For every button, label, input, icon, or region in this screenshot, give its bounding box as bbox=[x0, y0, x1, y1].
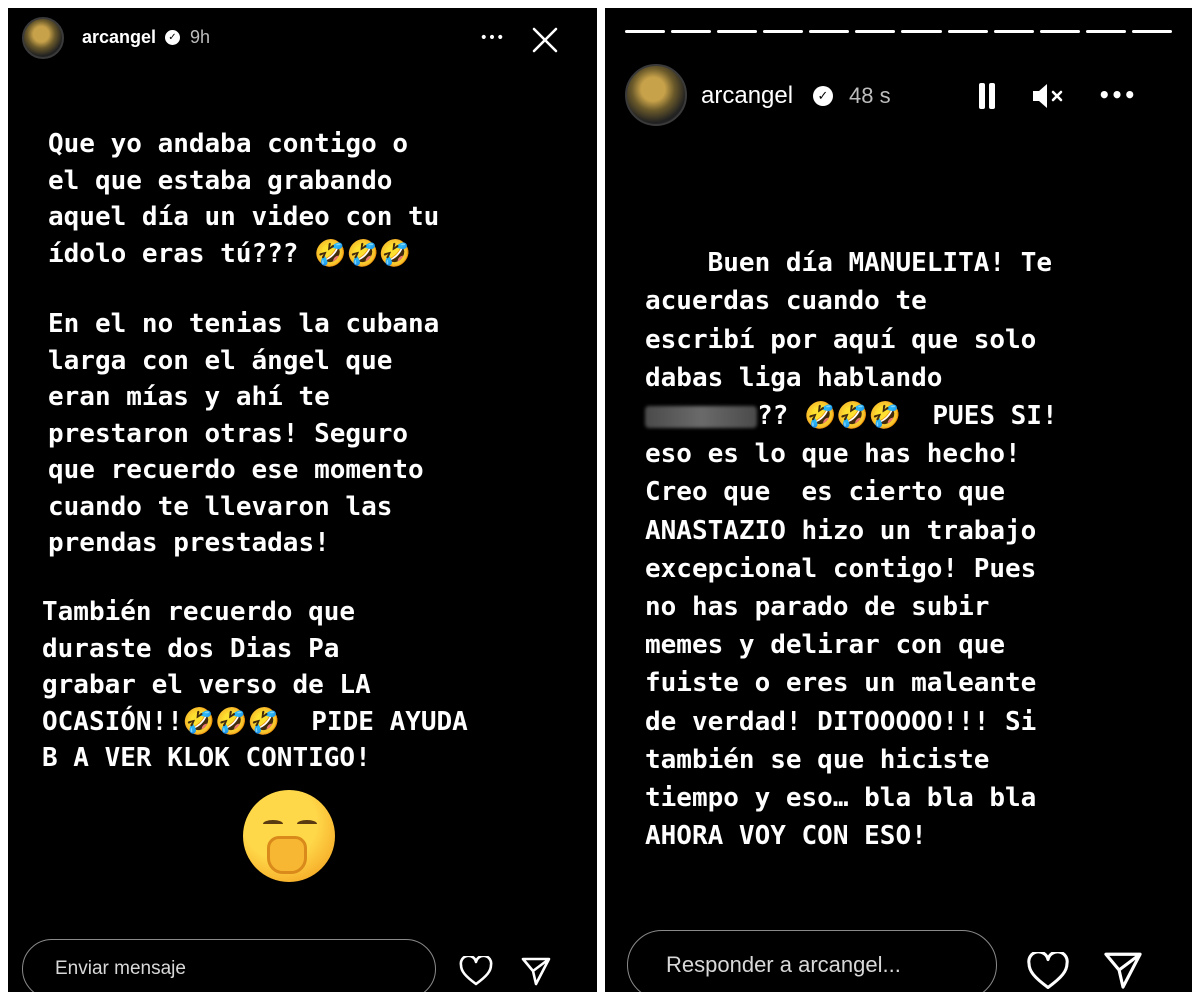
progress-segment bbox=[993, 30, 1034, 33]
verified-badge-icon: ✓ bbox=[813, 86, 833, 106]
progress-segment bbox=[671, 30, 712, 33]
send-svg bbox=[521, 957, 551, 986]
progress-segment bbox=[763, 30, 804, 33]
story-header: arcangel ✓ 9h ••• bbox=[8, 8, 597, 70]
progress-segment bbox=[717, 30, 758, 33]
progress-segment bbox=[625, 30, 666, 33]
username[interactable]: arcangel bbox=[701, 82, 793, 110]
username[interactable]: arcangel bbox=[82, 27, 156, 48]
post-time: 9h bbox=[190, 27, 211, 47]
send-icon[interactable] bbox=[518, 954, 554, 988]
verified-badge-icon: ✓ bbox=[165, 30, 180, 45]
progress-segment bbox=[855, 30, 896, 33]
reply-placeholder: Responder a arcangel... bbox=[666, 952, 901, 977]
story-header: arcangel ✓ 48 s ••• bbox=[605, 56, 1192, 136]
progress-segment bbox=[901, 30, 942, 33]
progress-segment bbox=[1085, 30, 1126, 33]
blurred-text bbox=[645, 405, 757, 428]
more-options-icon[interactable]: ••• bbox=[1093, 80, 1141, 110]
progress-segment bbox=[947, 30, 988, 33]
story-text-part-1: Buen día MANUELITA! Te acuerdas cuando t… bbox=[645, 248, 1052, 393]
pause-svg bbox=[979, 83, 995, 109]
send-svg bbox=[1104, 952, 1142, 989]
progress-bar bbox=[625, 30, 1172, 33]
progress-segment bbox=[1131, 30, 1172, 33]
avatar[interactable] bbox=[625, 64, 687, 126]
emoji-eye bbox=[297, 820, 317, 828]
reply-placeholder: Enviar mensaje bbox=[55, 958, 186, 979]
pause-icon[interactable] bbox=[969, 78, 1005, 114]
heart-svg bbox=[459, 956, 493, 986]
progress-segment bbox=[809, 30, 850, 33]
emoji-hand bbox=[267, 836, 307, 874]
story-right: arcangel ✓ 48 s ••• Buen día MANUELITA! … bbox=[605, 8, 1192, 992]
yawning-face-emoji bbox=[243, 790, 335, 882]
heart-icon[interactable] bbox=[458, 954, 494, 988]
story-text: Buen día MANUELITA! Te acuerdas cuando t… bbox=[645, 206, 1058, 894]
reply-input[interactable]: Responder a arcangel... bbox=[627, 930, 997, 992]
more-glyph: ••• bbox=[1097, 83, 1137, 107]
story-paragraph-1: Que yo andaba contigo o el que estaba gr… bbox=[48, 129, 440, 269]
mute-icon[interactable] bbox=[1028, 78, 1068, 114]
story-text-part-2: ?? 🤣🤣🤣 PUES SI! eso es lo que has hecho!… bbox=[645, 401, 1058, 852]
heart-svg bbox=[1027, 952, 1069, 989]
avatar[interactable] bbox=[22, 17, 64, 59]
heart-icon[interactable] bbox=[1025, 950, 1071, 992]
close-icon[interactable] bbox=[527, 22, 563, 58]
mute-svg bbox=[1033, 84, 1063, 108]
story-paragraph-3: También recuerdo que duraste dos Dias Pa… bbox=[42, 597, 468, 773]
send-icon[interactable] bbox=[1100, 948, 1146, 992]
emoji-eye bbox=[263, 820, 283, 828]
story-text: Que yo andaba contigo o el que estaba gr… bbox=[42, 126, 468, 773]
more-options-icon[interactable]: ••• bbox=[474, 26, 510, 50]
more-glyph: ••• bbox=[479, 30, 505, 46]
story-paragraph-2: En el no tenias la cubana larga con el á… bbox=[48, 309, 440, 558]
close-svg bbox=[532, 27, 558, 53]
reply-input[interactable]: Enviar mensaje bbox=[22, 939, 436, 992]
post-time: 48 s bbox=[849, 83, 891, 108]
story-left: arcangel ✓ 9h ••• Que yo andaba contigo … bbox=[8, 8, 597, 992]
progress-segment bbox=[1039, 30, 1080, 33]
